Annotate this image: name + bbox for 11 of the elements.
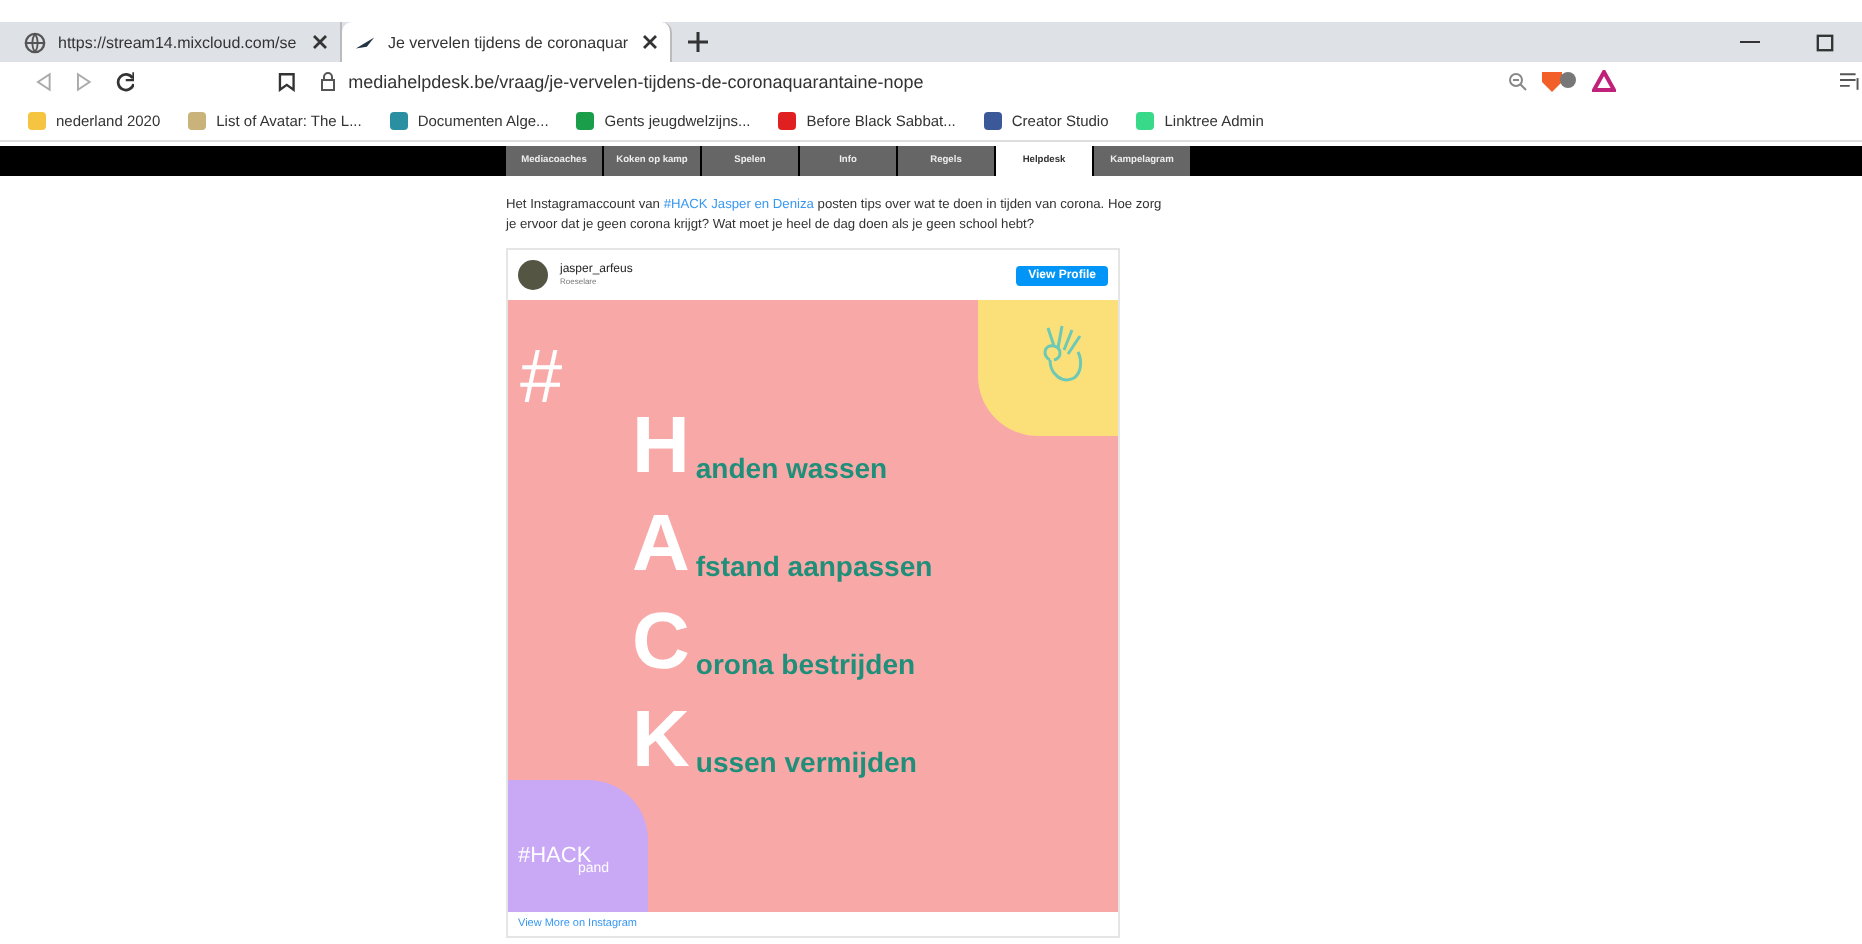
address-bar[interactable]: mediahelpdesk.be/vraag/je-vervelen-tijdens-de-coronaquarantaine-nope — [320, 64, 1617, 98]
acrostic-word: ussen vermijden — [695, 746, 917, 778]
acrostic-letter: H — [632, 408, 690, 484]
browser-tab[interactable]: Je vervelen tijdens de coronaquar — [342, 22, 672, 62]
hash-sign: # — [520, 340, 563, 416]
acrostic-letter: A — [632, 506, 690, 582]
acrostic-word: anden wassen — [695, 452, 888, 484]
acrostic-letter: K — [632, 702, 690, 778]
acrostic-letter: C — [632, 604, 690, 680]
acrostic-word: fstand aanpassen — [695, 550, 933, 582]
acrostic-word: orona bestrijden — [695, 648, 916, 680]
